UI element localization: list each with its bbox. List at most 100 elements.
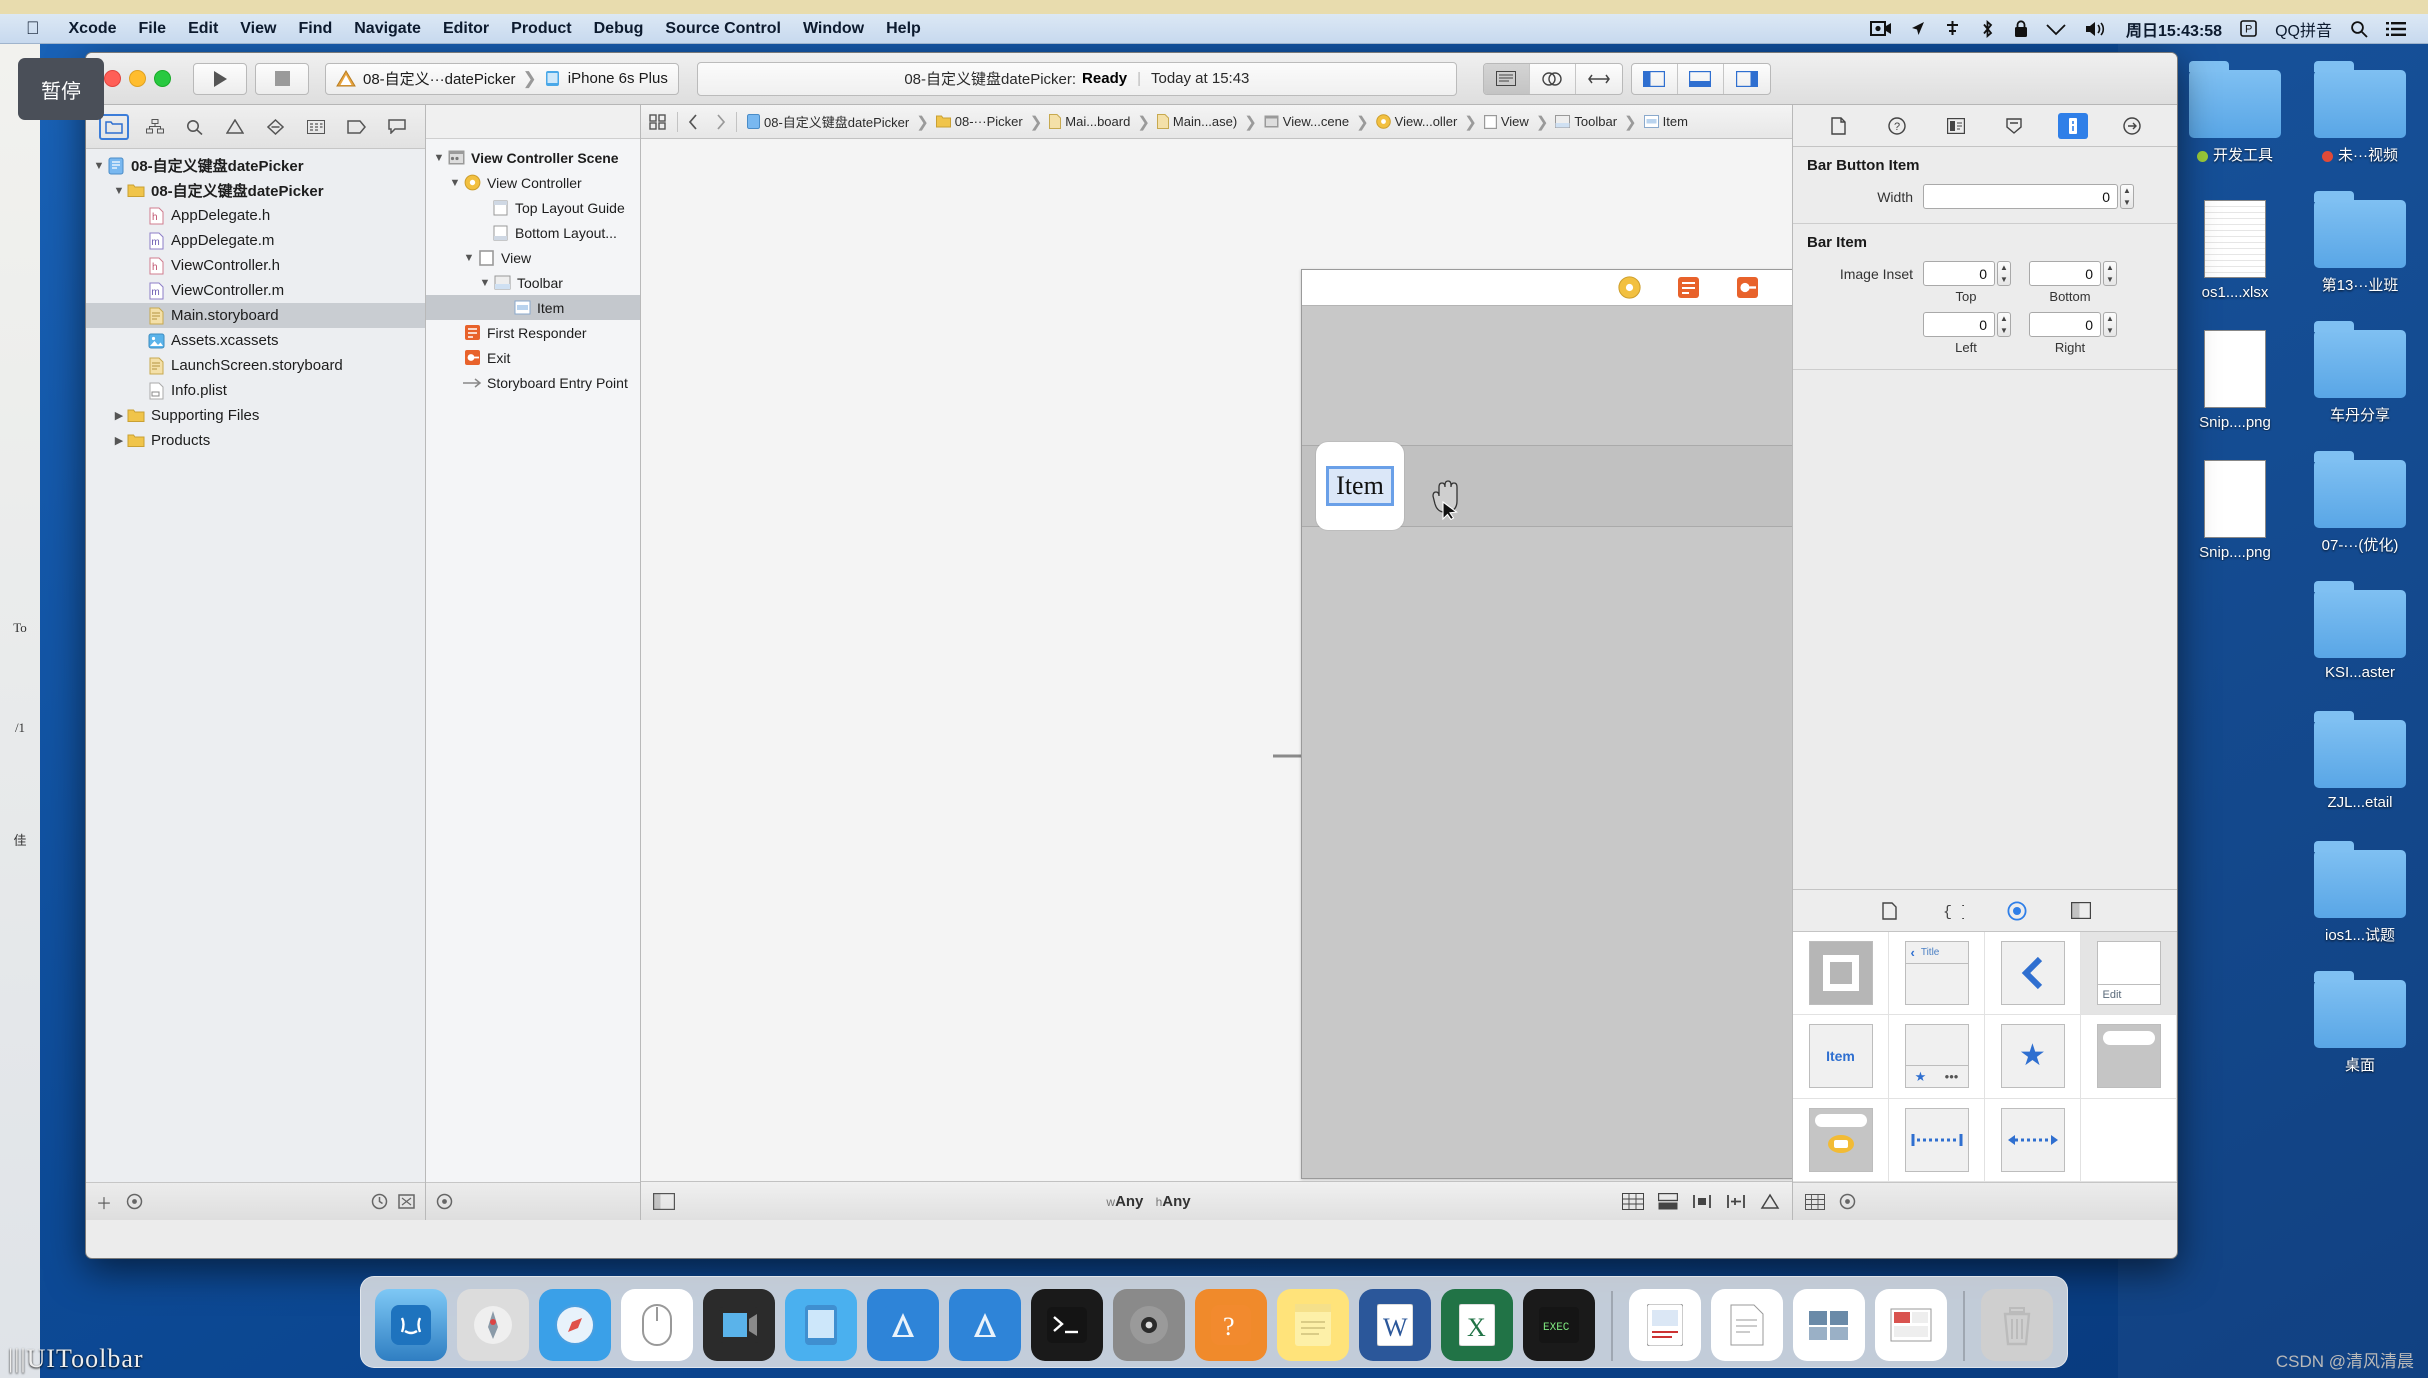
outline-row-6[interactable]: Item xyxy=(426,295,640,320)
library-layout-icon[interactable] xyxy=(1805,1193,1825,1210)
breadcrumb-1[interactable]: 08-···Picker ❯ xyxy=(935,113,1045,131)
dock-item-presentation-doc[interactable] xyxy=(1875,1289,1947,1361)
file-row-5[interactable]: m ViewController.m xyxy=(86,278,425,303)
menu-item-file[interactable]: File xyxy=(128,20,178,38)
menu-item-editor[interactable]: Editor xyxy=(432,20,500,38)
inset-right-stepfield[interactable]: 0 ▲ ▼ xyxy=(2029,312,2117,337)
inset-left-stepfield[interactable]: 0 ▲ ▼ xyxy=(1923,312,2011,337)
breadcrumb-0[interactable]: 08-自定义键盘datePicker ❯ xyxy=(747,112,932,131)
outline-row-5[interactable]: ▼ Toolbar xyxy=(426,270,640,295)
menu-item-source-control[interactable]: Source Control xyxy=(654,20,792,38)
dock-item-executable[interactable]: EXEC xyxy=(1523,1289,1595,1361)
dock-item-safari[interactable] xyxy=(539,1289,611,1361)
lock-icon[interactable] xyxy=(2005,19,2037,38)
find-navigator-icon[interactable] xyxy=(180,114,210,140)
outline-filter-icon[interactable] xyxy=(436,1193,453,1210)
pin-icon[interactable] xyxy=(1726,1193,1746,1210)
dock-item-word[interactable]: W xyxy=(1359,1289,1431,1361)
run-button[interactable] xyxy=(193,62,247,95)
library-item-1[interactable]: ‹ Title xyxy=(1889,932,1985,1016)
dock-item-system-preferences[interactable] xyxy=(1113,1289,1185,1361)
library-item-5[interactable]: ★ ••• xyxy=(1889,1015,1985,1099)
desktop-icon-4[interactable]: Snip....png xyxy=(2175,330,2295,431)
view-controller-canvas-scene[interactable]: Item xyxy=(1301,269,1792,1179)
menu-item-xcode[interactable]: Xcode xyxy=(58,20,128,38)
width-stepfield[interactable]: 0 ▲ ▼ xyxy=(1923,184,2134,209)
desktop-icon-7[interactable]: 07-···(优化) xyxy=(2300,451,2420,555)
file-row-8[interactable]: LaunchScreen.storyboard xyxy=(86,353,425,378)
twisty-icon[interactable]: ▼ xyxy=(478,277,492,289)
toggle-utilities-icon[interactable] xyxy=(1724,64,1770,94)
menu-clock[interactable]: 周日15:43:58 xyxy=(2117,17,2231,41)
breadcrumb-4[interactable]: View...cene ❯ xyxy=(1264,113,1372,131)
embed-in-icon[interactable] xyxy=(1658,1192,1678,1210)
breadcrumb-6[interactable]: View ❯ xyxy=(1483,113,1552,131)
minimize-button[interactable] xyxy=(129,70,146,87)
zoom-button[interactable] xyxy=(154,70,171,87)
test-navigator-icon[interactable] xyxy=(261,114,291,140)
exit-dock-icon[interactable] xyxy=(1736,276,1759,299)
wifi-icon[interactable] xyxy=(2037,20,2075,37)
notification-center-icon[interactable] xyxy=(2377,21,2428,37)
identity-inspector-icon[interactable] xyxy=(1941,113,1971,139)
dock-item-quicktime[interactable] xyxy=(703,1289,775,1361)
file-row-7[interactable]: Assets.xcassets xyxy=(86,328,425,353)
inset-bottom-input[interactable]: 0 xyxy=(2029,261,2101,286)
inset-bottom-stepper[interactable]: ▲ ▼ xyxy=(2103,261,2117,286)
inset-right-stepper[interactable]: ▲ ▼ xyxy=(2103,312,2117,337)
input-source-badge[interactable]: P xyxy=(2231,20,2266,37)
library-item-10[interactable] xyxy=(1985,1098,2081,1182)
file-row-9[interactable]: Info.plist xyxy=(86,378,425,403)
desktop-icon-9[interactable]: ZJL...etail xyxy=(2300,711,2420,811)
file-row-6[interactable]: Main.storyboard xyxy=(86,303,425,328)
twisty-icon[interactable]: ▶ xyxy=(112,434,126,447)
scheme-selector[interactable]: 08-自定义···datePicker ❯ iPhone 6s Plus xyxy=(325,62,679,95)
pause-overlay-badge[interactable]: 暂停 xyxy=(18,58,104,120)
object-library-icon[interactable] xyxy=(2004,899,2030,923)
attributes-inspector-icon[interactable] xyxy=(1999,113,2029,139)
media-library-icon[interactable] xyxy=(2068,899,2094,923)
resolve-issues-icon[interactable] xyxy=(1760,1193,1780,1210)
outline-row-8[interactable]: Exit xyxy=(426,345,640,370)
twisty-icon[interactable]: ▼ xyxy=(462,252,476,264)
close-button[interactable] xyxy=(104,70,121,87)
filter-icon[interactable] xyxy=(126,1193,143,1210)
bar-button-item-selected[interactable]: Item xyxy=(1316,442,1404,530)
version-editor-icon[interactable] xyxy=(1576,64,1622,94)
dock-item-keynote-doc[interactable] xyxy=(1629,1289,1701,1361)
object-library-grid[interactable]: ‹ Title Edit Item ★ ••• ★ xyxy=(1793,932,2177,1182)
dock-item-sketch[interactable]: ? xyxy=(1195,1289,1267,1361)
file-row-10[interactable]: ▶ Supporting Files xyxy=(86,403,425,428)
dock-item-excel[interactable]: X xyxy=(1441,1289,1513,1361)
breadcrumb-5[interactable]: View...oller ❯ xyxy=(1375,113,1480,131)
debug-navigator-icon[interactable] xyxy=(301,114,331,140)
dock-item-mouse[interactable] xyxy=(621,1289,693,1361)
library-item-8[interactable] xyxy=(1793,1098,1889,1182)
assistant-editor-icon[interactable] xyxy=(1530,63,1576,94)
screen-record-icon[interactable] xyxy=(1861,20,1901,37)
toggle-navigator-icon[interactable] xyxy=(1632,63,1678,94)
desktop-icon-3[interactable]: 第13···业班 xyxy=(2300,191,2420,295)
align-icon[interactable] xyxy=(1692,1193,1712,1210)
file-row-11[interactable]: ▶ Products xyxy=(86,428,425,453)
menu-item-product[interactable]: Product xyxy=(500,20,582,38)
desktop-icon-0[interactable]: 开发工具 xyxy=(2175,61,2295,165)
menu-item-view[interactable]: View xyxy=(229,20,287,38)
dock-item-simulator[interactable] xyxy=(785,1289,857,1361)
jumpbar-back-button[interactable] xyxy=(688,113,699,130)
twisty-icon[interactable]: ▼ xyxy=(432,152,446,164)
add-file-button[interactable]: ＋ xyxy=(96,1190,112,1214)
desktop-icon-10[interactable]: ios1...试题 xyxy=(2300,841,2420,945)
breadcrumb-8[interactable]: Item xyxy=(1643,114,1688,129)
first-responder-dock-icon[interactable] xyxy=(1677,276,1700,299)
inset-bottom-stepfield[interactable]: 0 ▲ ▼ xyxy=(2029,261,2117,286)
library-item-2[interactable] xyxy=(1985,932,2081,1016)
airdrop-icon[interactable] xyxy=(1935,20,1970,37)
breadcrumb-2[interactable]: Mai...board ❯ xyxy=(1049,113,1153,131)
size-class-indicator[interactable]: wAny hAny xyxy=(1106,1193,1190,1210)
dock-item-screens-doc[interactable] xyxy=(1793,1289,1865,1361)
issue-navigator-icon[interactable] xyxy=(220,114,250,140)
input-method-label[interactable]: QQ拼音 xyxy=(2266,17,2341,41)
menu-item-window[interactable]: Window xyxy=(792,20,875,38)
menu-item-debug[interactable]: Debug xyxy=(583,20,655,38)
